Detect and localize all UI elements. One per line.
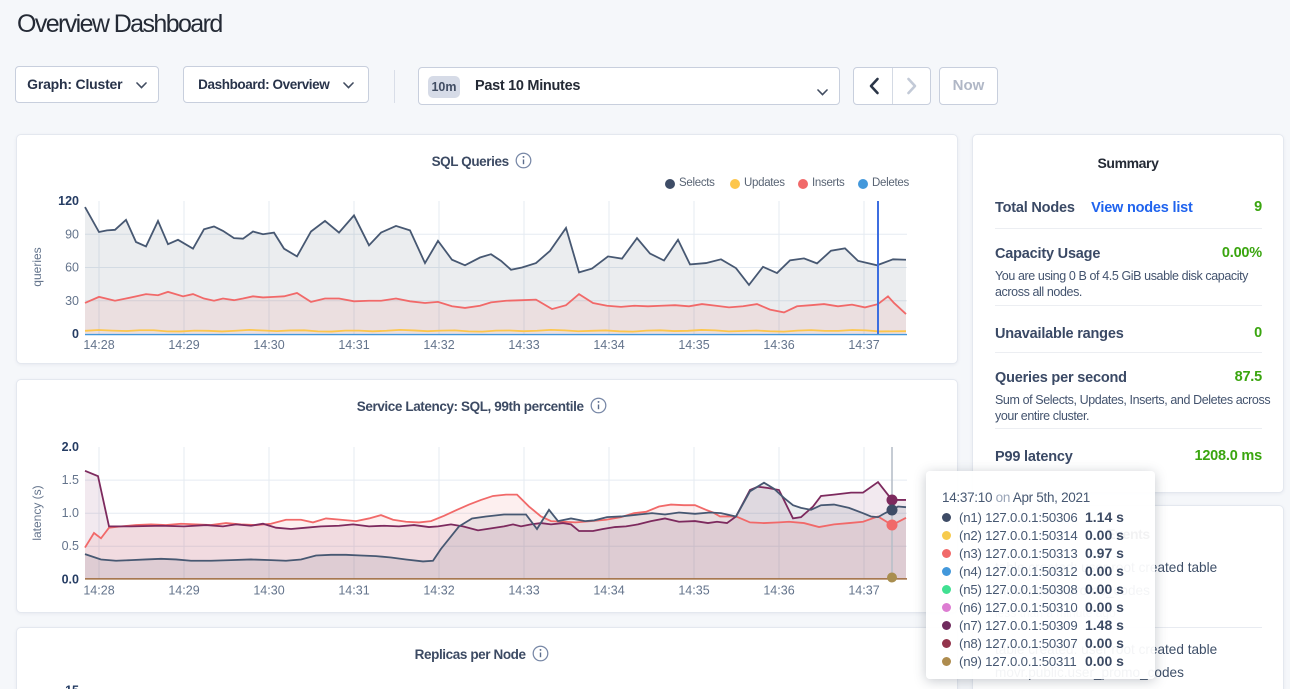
svg-text:14:34: 14:34: [593, 584, 624, 598]
svg-text:0.5: 0.5: [62, 539, 79, 553]
svg-text:14:36: 14:36: [763, 338, 794, 352]
svg-text:14:29: 14:29: [168, 338, 199, 352]
svg-text:14:32: 14:32: [423, 584, 454, 598]
svg-text:14:29: 14:29: [168, 584, 199, 598]
svg-text:14:28: 14:28: [83, 584, 114, 598]
svg-text:14:30: 14:30: [253, 584, 284, 598]
svg-text:14:36: 14:36: [763, 584, 794, 598]
svg-text:90: 90: [65, 227, 79, 241]
svg-text:1.0: 1.0: [62, 506, 79, 520]
svg-text:14:32: 14:32: [423, 338, 454, 352]
svg-text:14:31: 14:31: [338, 338, 369, 352]
svg-text:14:33: 14:33: [508, 584, 539, 598]
svg-text:30: 30: [65, 294, 79, 308]
svg-text:14:34: 14:34: [593, 338, 624, 352]
svg-text:0: 0: [72, 327, 79, 341]
svg-text:14:28: 14:28: [83, 338, 114, 352]
svg-text:120: 120: [58, 194, 79, 208]
svg-text:2.0: 2.0: [62, 440, 79, 454]
svg-text:1.5: 1.5: [62, 473, 79, 487]
svg-text:14:31: 14:31: [338, 584, 369, 598]
svg-text:14:30: 14:30: [253, 338, 284, 352]
svg-text:14:33: 14:33: [508, 338, 539, 352]
svg-text:15: 15: [65, 684, 79, 689]
svg-text:latency (s): latency (s): [30, 485, 44, 540]
svg-text:0.0: 0.0: [62, 572, 79, 586]
svg-text:14:35: 14:35: [678, 584, 709, 598]
svg-text:14:37: 14:37: [848, 338, 879, 352]
svg-text:14:35: 14:35: [678, 338, 709, 352]
svg-text:14:37: 14:37: [848, 584, 879, 598]
svg-text:queries: queries: [30, 247, 44, 286]
svg-text:60: 60: [65, 261, 79, 275]
